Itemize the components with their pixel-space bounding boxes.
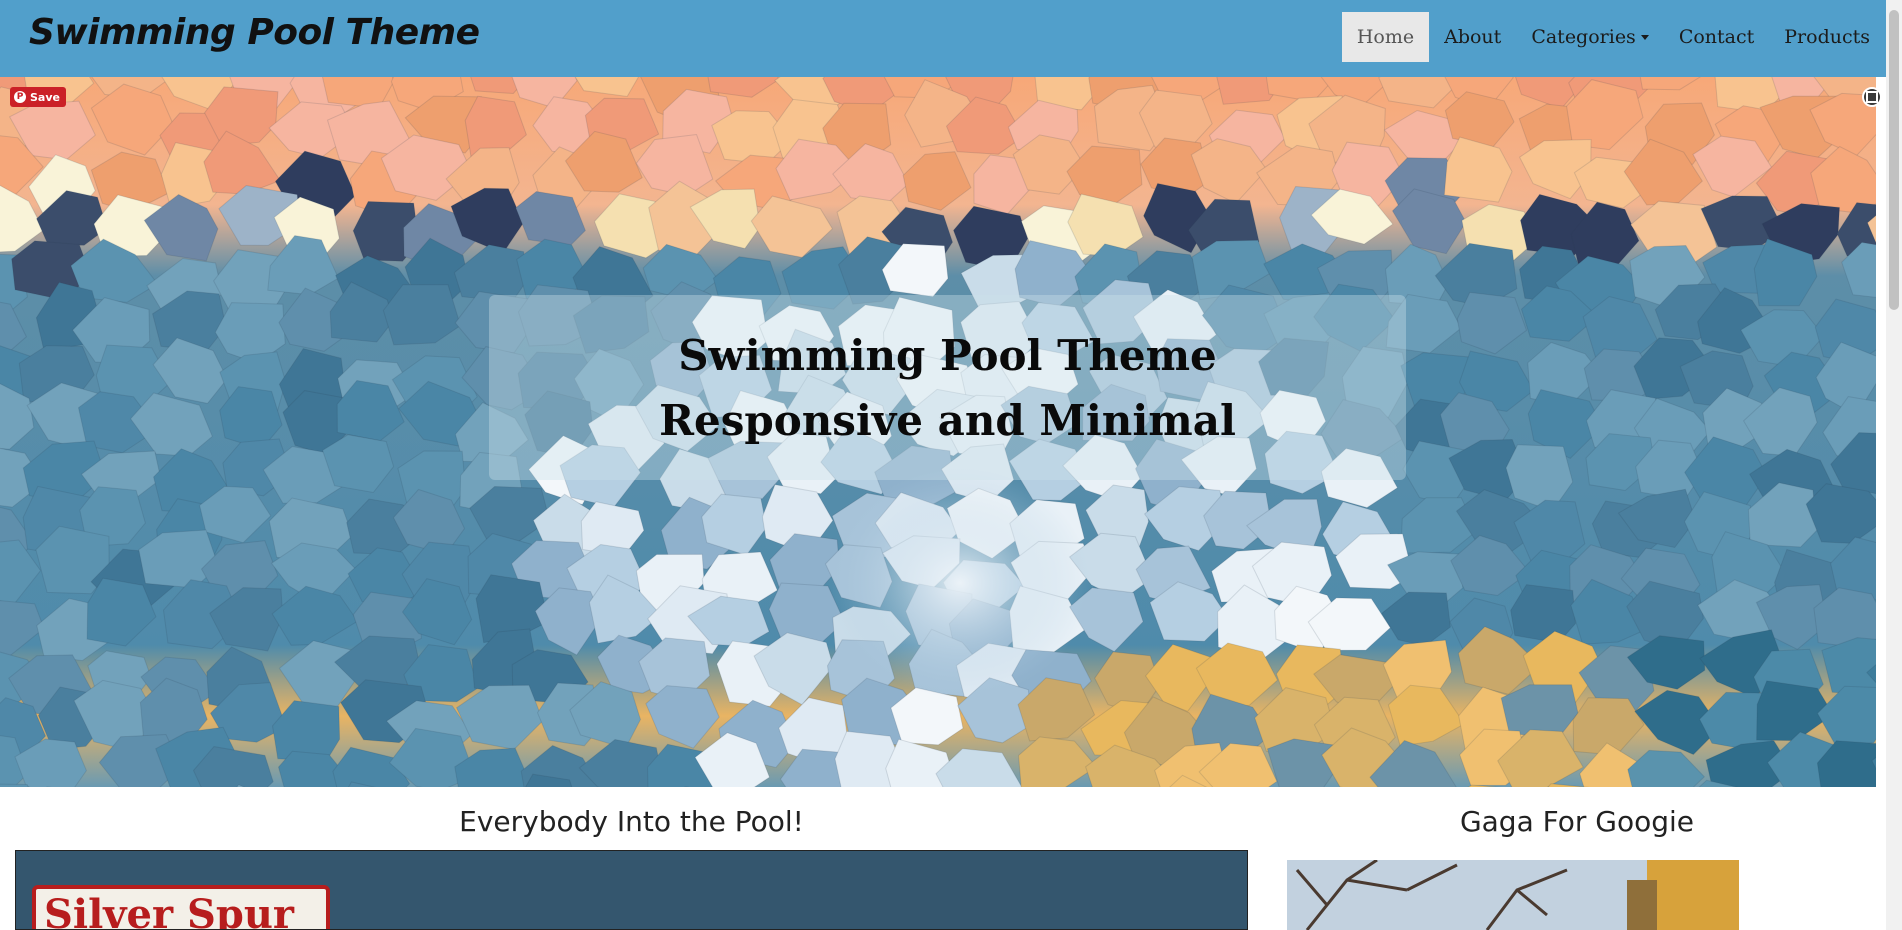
nav-products[interactable]: Products bbox=[1769, 12, 1885, 62]
hero-title: Swimming Pool Theme bbox=[678, 331, 1217, 380]
hero-caption-box: Swimming Pool Theme Responsive and Minim… bbox=[489, 295, 1406, 480]
chevron-down-icon bbox=[1640, 34, 1649, 40]
pinterest-save-button[interactable]: P Save bbox=[10, 87, 66, 107]
post-featured-image[interactable]: Silver Spur bbox=[15, 850, 1248, 930]
site-brand[interactable]: Swimming Pool Theme bbox=[29, 12, 480, 53]
tree-branches-image bbox=[1287, 860, 1739, 930]
pin-save-label: Save bbox=[30, 90, 60, 104]
sidebar-widget-image[interactable] bbox=[1287, 860, 1739, 930]
nav-contact[interactable]: Contact bbox=[1664, 12, 1769, 62]
post-title[interactable]: Everybody Into the Pool! bbox=[15, 805, 1248, 838]
sidebar-widget-title: Gaga For Googie bbox=[1459, 805, 1695, 838]
nav-about[interactable]: About bbox=[1429, 12, 1516, 62]
main-nav: Home About Categories Contact Products bbox=[1341, 12, 1885, 62]
hero-subtitle: Responsive and Minimal bbox=[659, 396, 1236, 445]
top-navbar: Swimming Pool Theme Home About Categorie… bbox=[0, 0, 1902, 77]
scrollbar-thumb[interactable] bbox=[1889, 10, 1899, 310]
page-scrollbar[interactable] bbox=[1886, 0, 1902, 930]
nav-categories-label: Categories bbox=[1531, 26, 1636, 48]
sign-text: Silver Spur bbox=[44, 891, 294, 930]
pinterest-icon: P bbox=[14, 91, 26, 103]
nav-categories[interactable]: Categories bbox=[1516, 12, 1664, 62]
nav-home[interactable]: Home bbox=[1341, 12, 1430, 62]
expand-icon[interactable] bbox=[1862, 87, 1882, 107]
silver-spur-sign: Silver Spur bbox=[32, 885, 330, 930]
